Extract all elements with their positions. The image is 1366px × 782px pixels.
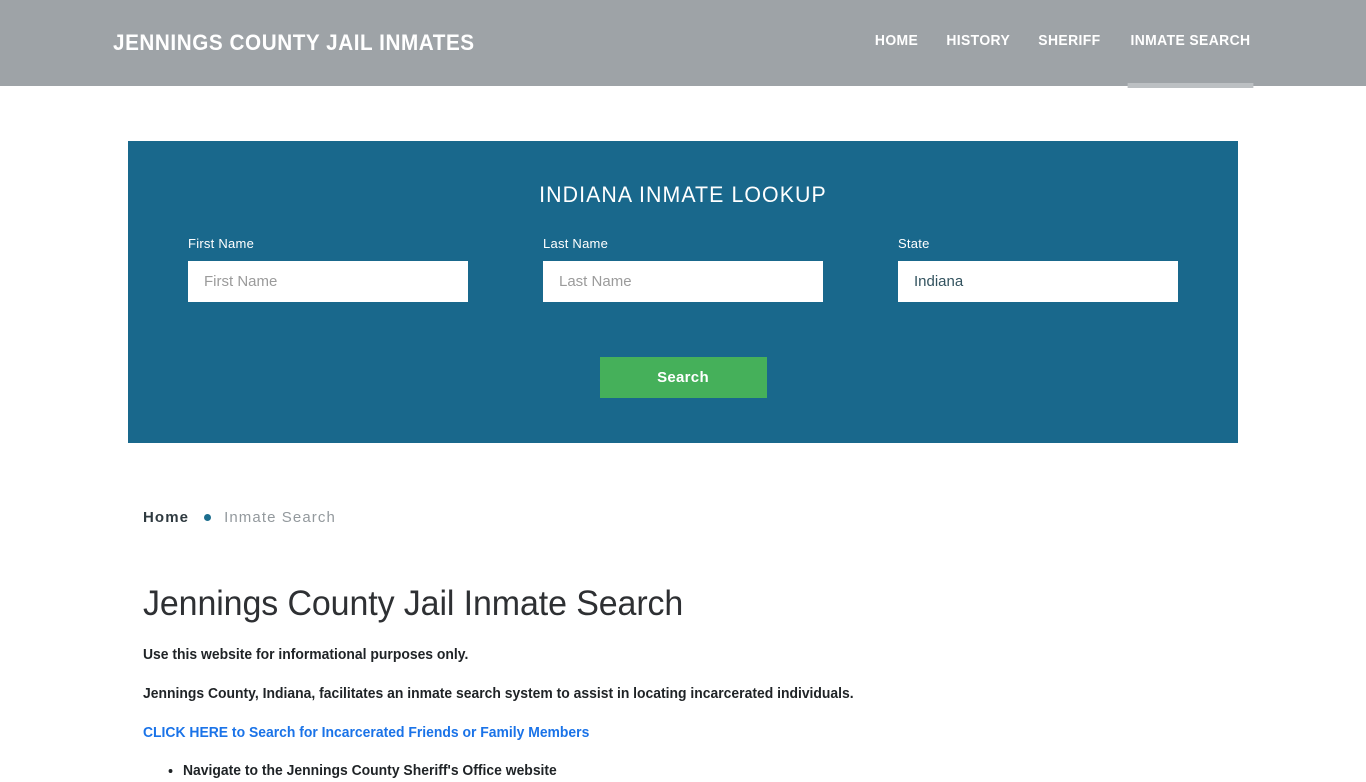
lookup-fields-row: First Name Last Name State [128,236,1238,316]
list-item: Navigate to the Jennings County Sheriff'… [183,762,1191,782]
search-steps-list: Navigate to the Jennings County Sheriff'… [143,762,1233,782]
intro-paragraph-2: Jennings County, Indiana, facilitates an… [143,686,854,703]
nav-item-inmate-search[interactable]: INMATE SEARCH [1127,33,1254,88]
search-button[interactable]: Search [599,357,767,398]
first-name-input[interactable] [188,261,468,302]
search-button-wrapper: Search [128,357,1238,398]
first-name-label: First Name [188,236,255,251]
nav-item-home[interactable]: HOME [875,33,918,53]
breadcrumb: Home Inmate Search [143,500,1233,534]
site-title: JENNINGS COUNTY JAIL INMATES [113,30,475,55]
last-name-input[interactable] [543,261,823,302]
search-incarcerated-cta-link[interactable]: CLICK HERE to Search for Incarcerated Fr… [143,725,589,741]
breadcrumb-current-page: Inmate Search [224,508,336,526]
breadcrumb-separator-dot-icon [204,513,212,521]
main-navigation: HOME HISTORY SHERIFF INMATE SEARCH [874,33,1254,88]
first-name-field-group: First Name [188,236,468,302]
main-content: Home Inmate Search Jennings County Jail … [143,500,1233,782]
last-name-label: Last Name [543,236,609,251]
site-header: JENNINGS COUNTY JAIL INMATES HOME HISTOR… [0,0,1366,88]
nav-item-history[interactable]: HISTORY [946,33,1010,53]
intro-paragraph-1: Use this website for informational purpo… [143,646,469,663]
breadcrumb-home-link[interactable]: Home [143,509,189,526]
last-name-field-group: Last Name [543,236,823,302]
nav-item-sheriff[interactable]: SHERIFF [1038,33,1100,53]
state-field-group: State [898,236,1178,302]
page-title: Jennings County Jail Inmate Search [143,584,684,623]
state-input[interactable] [898,261,1178,302]
state-label: State [898,236,930,251]
panel-title: INDIANA INMATE LOOKUP [539,182,827,207]
inmate-lookup-panel: INDIANA INMATE LOOKUP First Name Last Na… [128,141,1238,443]
